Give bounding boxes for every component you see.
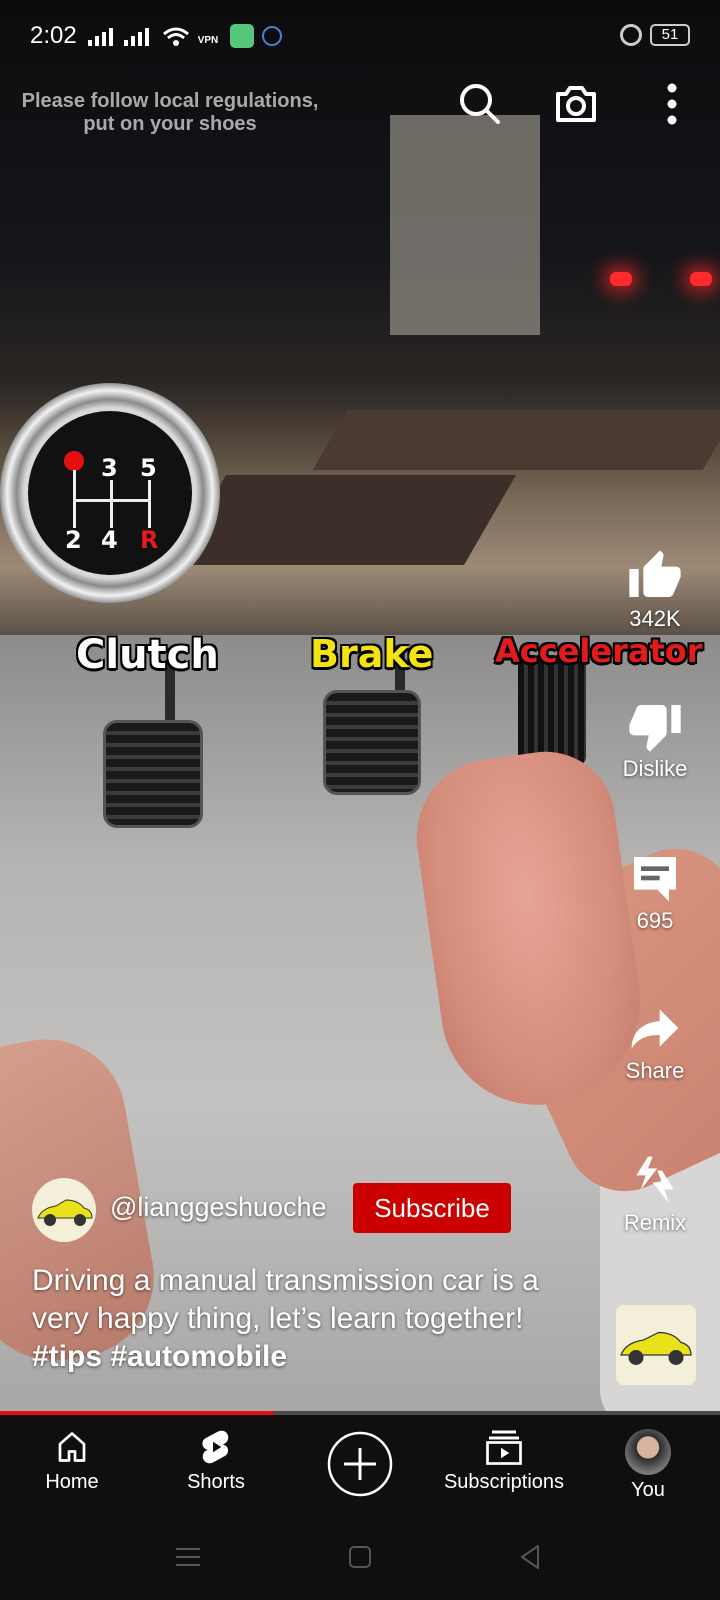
brake-label: Brake [310, 632, 434, 676]
wifi-icon [163, 27, 189, 46]
thumb-down-icon [629, 705, 681, 752]
app-notification-icon [230, 24, 254, 48]
share-icon [631, 1009, 679, 1049]
alarm-icon [620, 24, 642, 46]
add-circle-icon [327, 1431, 393, 1497]
remix-label: Remix [623, 1210, 687, 1235]
system-navigation-bar [0, 1515, 720, 1600]
hashtags[interactable]: #tips #automobile [32, 1340, 287, 1373]
video-notice-text: Please follow local regulations, put on … [21, 90, 319, 135]
clutch-label: Clutch [76, 632, 219, 678]
gear-number: 4 [101, 526, 118, 554]
gear-number: 2 [65, 526, 82, 554]
dashboard-panel [174, 475, 516, 565]
comment-count: 695 [636, 908, 674, 933]
channel-name[interactable]: @lianggeshuoche [110, 1192, 327, 1223]
dislike-label: Dislike [622, 756, 688, 781]
home-icon [58, 1432, 86, 1462]
user-avatar [625, 1429, 671, 1475]
share-button[interactable]: Share [600, 1000, 710, 1084]
camera-icon[interactable] [552, 80, 600, 128]
nav-you-label: You [631, 1479, 665, 1501]
nav-subscriptions-label: Subscriptions [443, 1471, 565, 1493]
comments-button[interactable]: 695 [600, 850, 710, 934]
gear-line [110, 480, 113, 528]
thumb-up-icon [629, 550, 681, 597]
tail-light [610, 272, 632, 286]
dashboard-panel [312, 410, 720, 470]
nav-shorts-label: Shorts [187, 1471, 245, 1493]
nav-you[interactable]: You [578, 1429, 718, 1502]
battery-indicator: 51 [650, 24, 690, 46]
subscriptions-icon [486, 1430, 522, 1465]
gear-number: 5 [140, 454, 157, 482]
gear-number: 3 [101, 454, 118, 482]
description-text: Driving a manual transmission car is a v… [32, 1264, 539, 1335]
bottom-navigation: Home Shorts Subscriptions You [0, 1415, 720, 1515]
more-vert-icon[interactable] [648, 80, 696, 128]
remix-icon [636, 1156, 674, 1204]
home-square-icon[interactable] [346, 1543, 374, 1571]
vpn-icon: VPN [197, 35, 219, 46]
status-time: 2:02 [30, 22, 77, 49]
share-label: Share [625, 1058, 685, 1083]
gear-position-indicator [64, 451, 84, 471]
car-icon [620, 1331, 692, 1365]
tail-light [690, 272, 712, 286]
accelerator-label: Accelerator [495, 632, 703, 670]
gear-line [148, 480, 151, 528]
back-icon[interactable] [516, 1543, 544, 1571]
accelerator-pedal [518, 655, 586, 765]
status-bar: 2:02 VPN 51 [0, 0, 720, 72]
channel-avatar[interactable] [32, 1178, 96, 1242]
video-description[interactable]: Driving a manual transmission car is a v… [32, 1262, 552, 1376]
dislike-button[interactable]: Dislike [600, 698, 710, 782]
shorts-icon [202, 1430, 229, 1464]
sound-thumbnail[interactable] [616, 1305, 696, 1385]
gear-reverse-label: R [140, 526, 159, 554]
comment-icon [634, 857, 676, 902]
nav-home[interactable]: Home [2, 1429, 142, 1494]
gear-line [73, 499, 151, 502]
nav-home-label: Home [45, 1471, 99, 1493]
like-button[interactable]: 342K [600, 548, 710, 632]
signal-icon [88, 28, 113, 46]
like-count: 342K [629, 606, 681, 631]
remix-button[interactable]: Remix [600, 1152, 710, 1236]
background-wall [390, 115, 540, 335]
create-button[interactable] [290, 1431, 430, 1503]
app-notification-icon [262, 26, 282, 46]
brake-pedal [323, 690, 421, 795]
search-icon[interactable] [456, 80, 504, 128]
nav-shorts[interactable]: Shorts [146, 1429, 286, 1494]
menu-icon[interactable] [174, 1545, 204, 1569]
signal-icon [124, 28, 149, 46]
nav-subscriptions[interactable]: Subscriptions [434, 1429, 574, 1494]
car-icon [37, 1199, 93, 1226]
subscribe-button[interactable]: Subscribe [353, 1183, 511, 1233]
clutch-pedal [103, 720, 203, 828]
